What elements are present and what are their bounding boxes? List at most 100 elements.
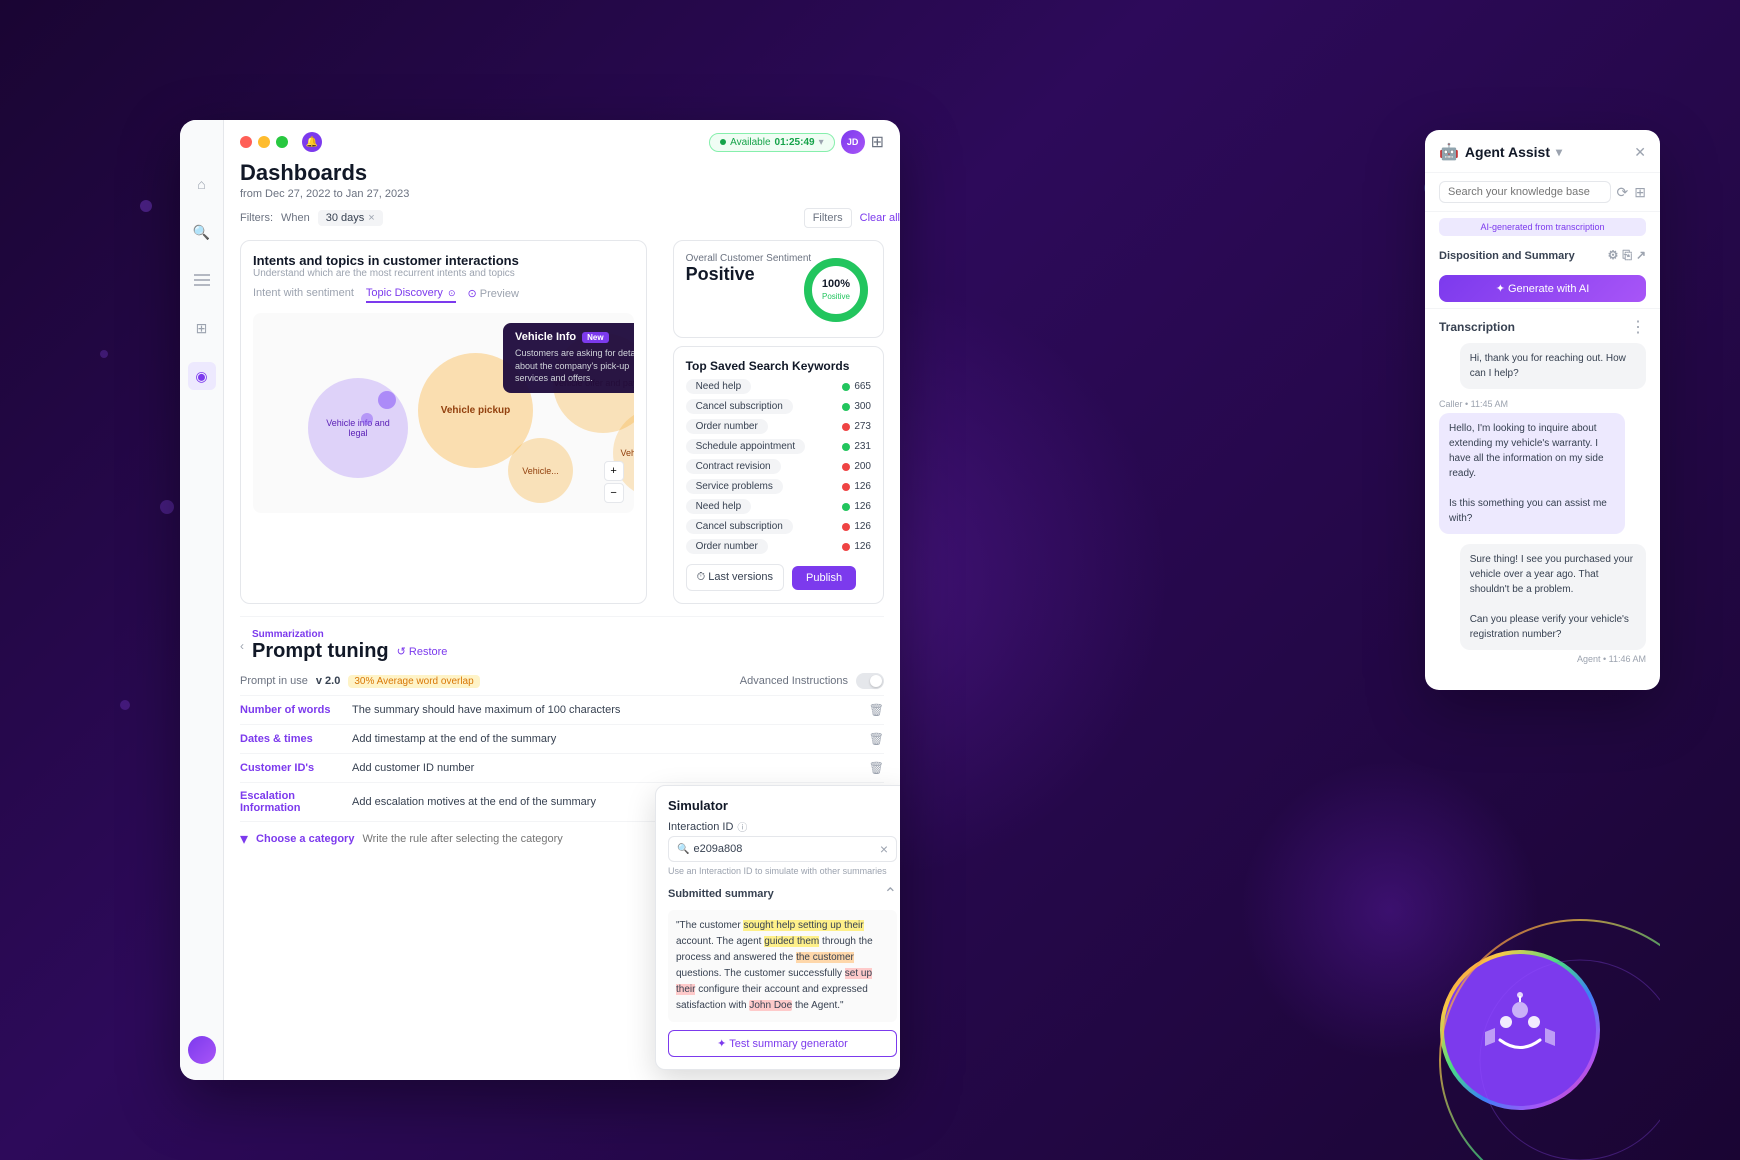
sidebar-avatar: [188, 1036, 216, 1064]
keyword-row-4: Schedule appointment 231: [686, 439, 871, 454]
agent-assist-icon: 🤖: [1439, 142, 1459, 162]
status-pill: Available 01:25:49 ▾: [709, 133, 834, 152]
grid-toggle[interactable]: ⊞: [871, 132, 884, 152]
dashboard-panel: ⌂ 🔍 ⊞ ◉ 🔔 A: [180, 120, 900, 1080]
notification-bell[interactable]: 🔔: [302, 132, 322, 152]
knowledge-base-search[interactable]: [1439, 181, 1611, 203]
keywords-title: Top Saved Search Keywords: [686, 359, 871, 373]
sidebar-item-user[interactable]: ◉: [188, 362, 216, 390]
disposition-summary-title: Disposition and Summary: [1439, 250, 1575, 262]
keyword-row-1: Need help 665: [686, 379, 871, 394]
chart-tabs: Intent with sentiment Topic Discovery ⊙ …: [253, 287, 634, 303]
chat-area: Hi, thank you for reaching out. How can …: [1425, 343, 1660, 690]
transcription-title: Transcription: [1439, 320, 1515, 334]
window-maximize[interactable]: [276, 136, 288, 148]
bubble-chart: Vehicle Info New Customers are asking fo…: [253, 313, 634, 513]
remove-filter[interactable]: ×: [368, 212, 374, 224]
window-minimize[interactable]: [258, 136, 270, 148]
ai-generated-badge: AI-generated from transcription: [1439, 218, 1646, 236]
publish-button[interactable]: Publish: [792, 566, 856, 590]
interaction-id-value: e209a808: [693, 843, 742, 855]
clear-all-button[interactable]: Clear all: [860, 212, 900, 224]
export-icon[interactable]: ↗: [1636, 248, 1646, 263]
sentiment-donut: 100% Positive: [801, 255, 871, 325]
svg-text:100%: 100%: [822, 278, 850, 290]
collapse-icon[interactable]: ‹: [240, 639, 244, 653]
submitted-summary-label: Submitted summary: [668, 888, 774, 900]
tab-intent-sentiment[interactable]: Intent with sentiment: [253, 287, 354, 303]
delete-rule-dates[interactable]: 🗑: [869, 732, 884, 746]
interaction-id-label: Interaction ID: [668, 821, 733, 833]
date-range: from Dec 27, 2022 to Jan 27, 2023: [240, 188, 900, 200]
keyword-row-6: Service problems 126: [686, 479, 871, 494]
aa-close-button[interactable]: ✕: [1634, 144, 1646, 161]
bubble-tooltip: Vehicle Info New Customers are asking fo…: [503, 323, 634, 393]
test-summary-button[interactable]: ✦ Test summary generator: [668, 1030, 897, 1057]
agent-assist-panel: 🤖 Agent Assist ▾ ✕ ⟳ ⊞ AI-generated from…: [1425, 130, 1660, 690]
chat-message-3: Sure thing! I see you purchased your veh…: [1439, 544, 1646, 664]
rule-row-dates: Dates & times Add timestamp at the end o…: [240, 725, 884, 754]
simulator-panel: Simulator Interaction ID ⓘ 🔍 e209a808 × …: [655, 785, 900, 1070]
keyword-row-2: Cancel subscription 300: [686, 399, 871, 414]
sidebar-item-list[interactable]: [188, 266, 216, 294]
refresh-icon[interactable]: ⟳: [1617, 184, 1629, 201]
chevron-icon: ▾: [240, 829, 248, 849]
page-title: Dashboards: [240, 160, 900, 186]
disposition-section: Disposition and Summary ⚙ ⎘ ↗: [1425, 242, 1660, 269]
rule-row-customerid: Customer ID's Add customer ID number 🗑: [240, 754, 884, 783]
collapse-sim-icon[interactable]: ⌃: [884, 884, 897, 904]
aa-chevron-icon: ▾: [1556, 145, 1562, 159]
summary-text: "The customer sought help setting up the…: [668, 910, 897, 1022]
period-filter[interactable]: 30 days ×: [318, 210, 383, 226]
tab-topic-discovery[interactable]: Topic Discovery ⊙: [366, 287, 456, 303]
prompt-in-use-label: Prompt in use: [240, 675, 308, 687]
settings-icon[interactable]: ⊞: [1634, 184, 1646, 201]
sidebar-item-grid[interactable]: ⊞: [188, 314, 216, 342]
simulator-title: Simulator: [668, 798, 897, 813]
sentiment-panel: Overall Customer Sentiment Positive 100%…: [673, 240, 884, 338]
bubble-vehicle-small[interactable]: Vehicle...: [508, 438, 573, 503]
aa-search-bar: ⟳ ⊞: [1425, 173, 1660, 212]
advanced-label: Advanced Instructions: [740, 675, 848, 687]
transcription-more-icon[interactable]: ⋮: [1630, 317, 1646, 337]
overlap-badge: 30% Average word overlap: [348, 675, 479, 688]
keyword-row-3: Order number 273: [686, 419, 871, 434]
delete-rule-words[interactable]: 🗑: [869, 703, 884, 717]
sidebar: ⌂ 🔍 ⊞ ◉: [180, 120, 224, 1080]
svg-text:Positive: Positive: [822, 292, 851, 301]
prompt-version: v 2.0: [316, 675, 340, 687]
restore-button[interactable]: ↺ Restore: [397, 645, 448, 658]
delete-rule-customerid[interactable]: 🗑: [869, 761, 884, 775]
user-avatar[interactable]: JD: [841, 130, 865, 154]
when-label: When: [281, 212, 310, 224]
zoom-in-icon[interactable]: +: [604, 461, 624, 481]
bubble-small-1: [378, 391, 396, 409]
aa-header: 🤖 Agent Assist ▾ ✕: [1425, 130, 1660, 173]
generate-ai-button[interactable]: ✦ Generate with AI: [1439, 275, 1646, 302]
filter-button[interactable]: Filters: [804, 208, 852, 228]
rule-row-words: Number of words The summary should have …: [240, 696, 884, 725]
search-icon-sim: 🔍: [677, 844, 689, 855]
chat-message-1: Hi, thank you for reaching out. How can …: [1439, 343, 1646, 389]
sidebar-item-home[interactable]: ⌂: [188, 170, 216, 198]
bubble-small-2: [361, 413, 373, 425]
chat-message-2: Caller • 11:45 AM Hello, I'm looking to …: [1439, 399, 1646, 534]
clear-id-icon[interactable]: ×: [880, 841, 888, 857]
keyword-row-5: Contract revision 200: [686, 459, 871, 474]
prompt-tuning-title: Prompt tuning: [252, 640, 389, 663]
sidebar-item-search[interactable]: 🔍: [188, 218, 216, 246]
advanced-toggle[interactable]: [856, 673, 884, 689]
keyword-row-9: Order number 126: [686, 539, 871, 554]
settings-gear-icon[interactable]: ⚙: [1608, 248, 1619, 263]
chart-title: Intents and topics in customer interacti…: [253, 253, 634, 268]
transcription-section: Transcription ⋮ Hi, thank you for reachi…: [1425, 308, 1660, 690]
filters-label: Filters:: [240, 212, 273, 224]
tab-preview[interactable]: ⊙ Preview: [468, 287, 519, 303]
last-versions-button[interactable]: ⏱ Last versions: [686, 564, 784, 591]
zoom-out-icon[interactable]: −: [604, 483, 624, 503]
summarization-label: Summarization: [252, 629, 447, 640]
keyword-row-7: Need help 126: [686, 499, 871, 514]
agent-assist-title: Agent Assist: [1465, 144, 1550, 160]
window-close[interactable]: [240, 136, 252, 148]
copy-icon[interactable]: ⎘: [1622, 248, 1632, 263]
